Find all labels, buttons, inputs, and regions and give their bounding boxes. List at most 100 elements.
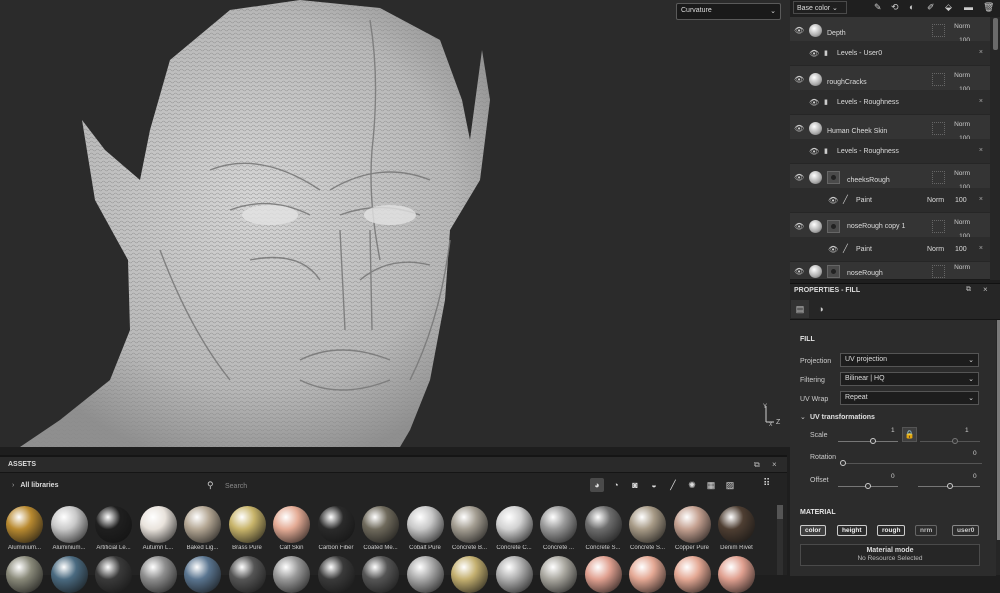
material-mode-box[interactable]: Material mode No Resource Selected bbox=[800, 544, 980, 566]
close-icon[interactable]: × bbox=[979, 49, 983, 56]
layer-mask-slot[interactable] bbox=[932, 24, 945, 37]
add-fill-icon[interactable]: ⟲ bbox=[891, 2, 899, 13]
material-tile[interactable]: Concrete S... bbox=[584, 506, 622, 551]
layer-row[interactable]: 👁 Human Cheek Skin Norm 100 👁 ▮ Levels -… bbox=[790, 115, 990, 163]
scale-slider-track-y[interactable] bbox=[920, 441, 980, 442]
material-tile[interactable]: Aluminium... bbox=[50, 506, 88, 551]
scale-slider-knob-y[interactable] bbox=[952, 438, 958, 444]
uv-transformations-title[interactable]: UV transformations bbox=[810, 414, 875, 421]
visibility-eye-icon[interactable]: 👁 bbox=[828, 245, 838, 254]
channel-toggle-user0[interactable]: user0 bbox=[952, 525, 980, 536]
library-selector[interactable]: › All libraries bbox=[12, 482, 58, 489]
layer-mask-slot[interactable] bbox=[932, 122, 945, 135]
layer-mask-slot[interactable] bbox=[932, 220, 945, 233]
visibility-eye-icon[interactable]: 👁 bbox=[828, 196, 838, 205]
delete-layer-icon[interactable]: 🗑 bbox=[983, 2, 994, 13]
visibility-eye-icon[interactable]: 👁 bbox=[809, 147, 819, 156]
layer-mask-slot[interactable] bbox=[932, 73, 945, 86]
visibility-eye-icon[interactable]: 👁 bbox=[794, 75, 804, 84]
tab-material[interactable]: ◑ bbox=[812, 300, 830, 318]
material-tile[interactable]: Concrete C... bbox=[495, 506, 533, 551]
filter-environments-icon[interactable]: ▨ bbox=[723, 478, 737, 492]
projection-dropdown[interactable]: UV projection ⌄ bbox=[840, 353, 979, 367]
material-tile[interactable]: Artificial Le... bbox=[95, 506, 132, 551]
material-tile[interactable]: Copper Pure bbox=[673, 506, 711, 551]
material-tile[interactable]: Cobalt Pure bbox=[406, 506, 444, 551]
material-tile[interactable]: Autumn L... bbox=[139, 506, 177, 551]
layer-row[interactable]: 👁 roughCracks Norm 100 👁 ▮ Levels - Roug… bbox=[790, 66, 990, 114]
float-panel-icon[interactable]: ⧉ bbox=[966, 286, 971, 294]
filtering-dropdown[interactable]: Bilinear | HQ ⌄ bbox=[840, 372, 979, 386]
visibility-eye-icon[interactable]: 👁 bbox=[794, 124, 804, 133]
effect-opacity[interactable]: 100 bbox=[955, 246, 967, 253]
close-icon[interactable]: × bbox=[772, 460, 777, 469]
visibility-eye-icon[interactable]: 👁 bbox=[794, 267, 804, 276]
visibility-eye-icon[interactable]: 👁 bbox=[809, 98, 819, 107]
filter-particles-icon[interactable]: ✺ bbox=[685, 478, 699, 492]
close-icon[interactable]: × bbox=[983, 285, 988, 294]
visibility-eye-icon[interactable]: 👁 bbox=[809, 49, 819, 58]
3d-viewport[interactable]: Curvature ⌄ Y Z X bbox=[0, 0, 790, 447]
layer-effect-row[interactable]: 👁 ▮ Levels - Roughness × bbox=[790, 90, 990, 114]
add-paint-layer-icon[interactable]: ✐ bbox=[927, 2, 935, 13]
layer-channel-select[interactable]: Base color ⌄ bbox=[793, 1, 847, 14]
filter-smart-materials-icon[interactable]: ◔ bbox=[609, 478, 623, 492]
chevron-down-icon[interactable]: ⌄ bbox=[800, 413, 806, 421]
visibility-eye-icon[interactable]: 👁 bbox=[794, 26, 804, 35]
material-tile[interactable]: Concrete ... bbox=[540, 506, 577, 551]
float-panel-icon[interactable]: ⧉ bbox=[754, 460, 760, 470]
layer-effect-row[interactable]: 👁 ╱ Paint Norm 100 × bbox=[790, 188, 990, 212]
layer-row[interactable]: 👁 cheeksRough Norm 100 👁 ╱ Paint Norm 10… bbox=[790, 164, 990, 212]
channel-toggle-color[interactable]: color bbox=[800, 525, 826, 536]
visibility-eye-icon[interactable]: 👁 bbox=[794, 222, 804, 231]
layer-blend-mode[interactable]: Norm bbox=[954, 72, 970, 79]
material-tile[interactable]: Denim Rivet bbox=[718, 506, 755, 551]
layers-scrollbar[interactable] bbox=[993, 18, 998, 50]
layer-mask-slot[interactable] bbox=[932, 171, 945, 184]
grid-view-icon[interactable]: ⠿ bbox=[763, 478, 770, 489]
assets-scrollbar-thumb[interactable] bbox=[777, 505, 783, 519]
layer-blend-mode[interactable]: Norm bbox=[954, 23, 970, 30]
material-tile[interactable]: Calf Skin bbox=[273, 506, 310, 551]
material-tile[interactable]: Coated Me... bbox=[362, 506, 399, 551]
add-mask-icon[interactable]: ◐ bbox=[909, 2, 914, 12]
layer-effect-row[interactable]: 👁 ▮ Levels - User0 × bbox=[790, 41, 990, 65]
assets-scrollbar[interactable] bbox=[777, 505, 783, 575]
material-tile[interactable]: Concrete B... bbox=[451, 506, 488, 551]
effect-blend[interactable]: Norm bbox=[927, 246, 944, 253]
add-folder-icon[interactable]: ▬ bbox=[964, 2, 973, 12]
material-tile[interactable]: Carbon Fiber bbox=[317, 506, 355, 551]
layer-row[interactable]: 👁 noseRough Norm bbox=[790, 262, 990, 280]
layer-blend-mode[interactable]: Norm bbox=[954, 170, 970, 177]
material-tile[interactable]: Aluminium... bbox=[6, 506, 43, 551]
scale-slider-track[interactable] bbox=[838, 441, 898, 442]
layer-effect-row[interactable]: 👁 ╱ Paint Norm 100 × bbox=[790, 237, 990, 261]
visibility-eye-icon[interactable]: 👁 bbox=[794, 173, 804, 182]
lock-icon[interactable]: 🔒 bbox=[902, 427, 917, 442]
effect-blend[interactable]: Norm bbox=[927, 197, 944, 204]
channel-toggle-nrm[interactable]: nrm bbox=[915, 525, 938, 536]
layer-mask-slot[interactable] bbox=[932, 265, 945, 278]
close-icon[interactable]: × bbox=[979, 245, 983, 252]
material-tile[interactable]: Brass Pure bbox=[228, 506, 266, 551]
rotation-slider-knob[interactable] bbox=[840, 460, 846, 466]
filter-textures-icon[interactable]: ▦ bbox=[704, 478, 718, 492]
material-tile[interactable]: Concrete S... bbox=[629, 506, 666, 551]
uvwrap-dropdown[interactable]: Repeat ⌄ bbox=[840, 391, 979, 405]
offset-x-slider-knob[interactable] bbox=[865, 483, 871, 489]
tab-fill-settings[interactable]: ▤ bbox=[791, 300, 809, 318]
viewport-channel-select[interactable]: Curvature ⌄ bbox=[676, 3, 781, 20]
filter-brushes-icon[interactable]: ╱ bbox=[666, 478, 680, 492]
channel-toggle-height[interactable]: height bbox=[837, 525, 867, 536]
filter-filters-icon[interactable]: ◒ bbox=[647, 478, 661, 492]
layer-row[interactable]: 👁 noseRough copy 1 Norm 100 👁 ╱ Paint No… bbox=[790, 213, 990, 261]
layer-blend-mode[interactable]: Norm bbox=[954, 264, 970, 271]
close-icon[interactable]: × bbox=[979, 147, 983, 154]
layer-row[interactable]: 👁 Depth Norm 100 ⌄ 👁 ▮ Levels - User0 × bbox=[790, 17, 990, 65]
scale-slider-knob[interactable] bbox=[870, 438, 876, 444]
asset-search[interactable]: ⚲ Search bbox=[202, 477, 582, 495]
offset-y-slider-knob[interactable] bbox=[947, 483, 953, 489]
channel-toggle-rough[interactable]: rough bbox=[877, 525, 906, 536]
add-fill-layer-icon[interactable]: ⬙ bbox=[945, 2, 952, 13]
layer-effect-row[interactable]: 👁 ▮ Levels - Roughness × bbox=[790, 139, 990, 163]
